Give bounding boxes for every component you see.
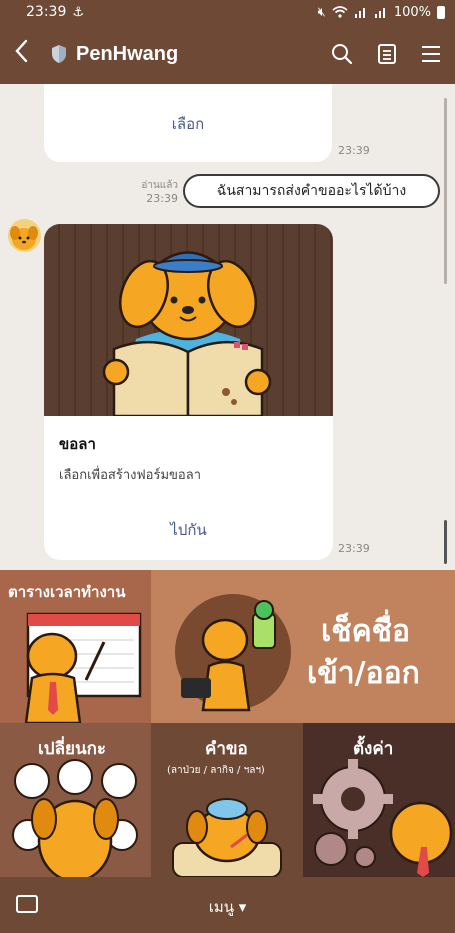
signal-icon-2 <box>374 8 385 18</box>
request-tile[interactable]: คำขอ (ลาป่วย / ลากิจ / ฯลฯ) <box>151 723 303 877</box>
user-message-bubble: ฉันสามารถส่งคำขออะไรได้บ้าง <box>183 174 440 208</box>
bottom-bar: เมนู ▾ <box>0 877 455 933</box>
leave-request-card[interactable]: ขอลา เลือกเพื่อสร้างฟอร์มขอลา ไปกัน <box>44 224 333 560</box>
settings-tile[interactable]: ตั้งค่า <box>303 723 455 877</box>
menu-icon[interactable] <box>421 45 441 63</box>
select-link[interactable]: เลือก <box>44 112 332 136</box>
menu-toggle[interactable]: เมนู ▾ <box>0 895 455 919</box>
rich-menu: ตารางเวลาทำงาน เช็คชื่อ เข้า/ออก เปลี่ยน… <box>0 570 455 877</box>
dog-avatar-icon <box>10 226 38 250</box>
dog-reading-illustration <box>102 251 272 418</box>
user-message-time: 23:39 <box>146 192 178 205</box>
card-hero-image <box>44 224 333 418</box>
card-time: 23:39 <box>338 542 370 555</box>
card-title: ขอลา <box>59 435 96 453</box>
battery-icon <box>437 5 445 19</box>
checkin-label-line1: เช็คชื่อ <box>321 614 411 649</box>
checkin-label-line2: เข้า/ออก <box>307 656 420 691</box>
chat-title: PenHwang <box>76 42 179 65</box>
scrollbar-thumb[interactable] <box>444 520 447 564</box>
calendar-dog-illustration <box>24 612 142 723</box>
read-label: อ่านแล้ว <box>141 180 178 191</box>
battery-level: 100% <box>393 4 431 20</box>
card-description: เลือกเพื่อสร้างฟอร์มขอลา <box>59 468 201 483</box>
timetable-tile[interactable]: ตารางเวลาทำงาน <box>0 570 151 723</box>
bot-avatar[interactable] <box>8 219 41 252</box>
mute-icon: 🔇︎ <box>317 4 326 20</box>
anchor-icon: ⚓ <box>72 4 85 20</box>
message-time: 23:39 <box>338 144 370 157</box>
chat-header: PenHwang <box>0 24 455 84</box>
status-bar: 23:39 ⚓ 🔇︎ 100% <box>0 0 455 24</box>
chevron-left-icon <box>15 39 28 62</box>
signal-icon <box>354 8 365 18</box>
scrollbar-track <box>444 98 447 284</box>
checkin-tile[interactable]: เช็คชื่อ เข้า/ออก <box>151 570 455 723</box>
bot-message-card: เลือก <box>44 84 332 162</box>
read-receipt: อ่านแล้ว 23:39 <box>132 179 178 205</box>
wifi-icon <box>332 6 348 18</box>
chat-area[interactable]: เลือก 23:39 อ่านแล้ว 23:39 ฉันสามารถส่งค… <box>0 84 455 570</box>
gear-icon <box>313 759 453 877</box>
shift-tile[interactable]: เปลี่ยนกะ <box>0 723 151 877</box>
clock-dog-illustration <box>12 759 138 877</box>
back-button[interactable] <box>14 39 44 70</box>
shield-icon <box>52 45 66 63</box>
search-icon[interactable] <box>331 43 353 65</box>
notes-icon[interactable] <box>377 43 397 65</box>
sick-dog-illustration <box>172 798 282 877</box>
status-time: 23:39 <box>26 4 67 20</box>
checkin-dog-illustration <box>175 594 291 712</box>
go-button[interactable]: ไปกัน <box>44 518 333 542</box>
